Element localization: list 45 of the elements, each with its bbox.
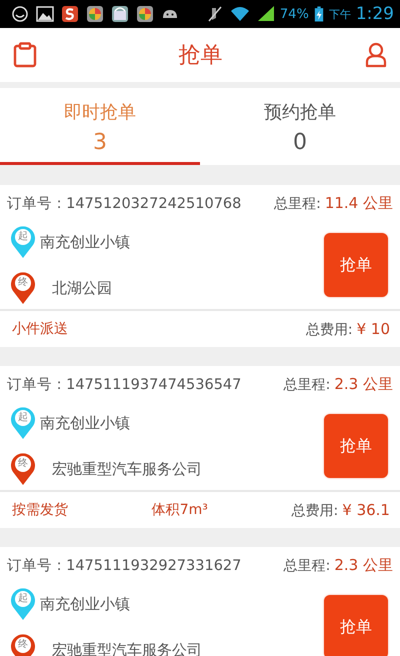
user-icon[interactable] — [364, 42, 388, 68]
distance-label: 总里程: — [284, 556, 330, 574]
distance-label: 总里程: — [284, 376, 330, 394]
order-number: 订单号 : 1475120327242510768 — [7, 194, 242, 212]
start-pin-icon: 起 — [10, 406, 36, 440]
grab-order-button[interactable]: 抢单 — [324, 414, 388, 478]
volume-text: 体积7m³ — [152, 501, 208, 519]
grab-order-button[interactable]: 抢单 — [324, 595, 388, 656]
distance-value: 2.3 公里 — [334, 556, 393, 574]
image-icon — [35, 4, 55, 24]
fee-label: 总费用: — [292, 502, 338, 520]
tab[interactable]: 即时抢单 3 — [0, 88, 200, 165]
distance-value: 11.4 公里 — [324, 194, 393, 212]
app-icon — [85, 4, 105, 24]
page-title: 抢单 — [178, 42, 222, 70]
time-period: 下午 — [328, 6, 351, 22]
start-pin-icon: 起 — [10, 225, 36, 259]
distance-value: 2.3 公里 — [334, 374, 393, 394]
end-pin-icon: 终 — [10, 633, 36, 656]
fee-value: ¥ 36.1 — [342, 500, 390, 518]
delivery-type: 小件派送 — [12, 320, 68, 338]
place-name: 南充创业小镇 — [40, 232, 130, 252]
end-pin-icon: 终 — [10, 271, 36, 305]
clock-time: 1:29 — [356, 4, 394, 24]
fee-value: ¥ 10 — [356, 320, 390, 338]
delivery-type: 按需发货 — [12, 501, 68, 519]
order-number: 订单号 : 1475111932927331627 — [7, 556, 242, 574]
grab-order-button[interactable]: 抢单 — [324, 233, 388, 297]
start-pin-icon: 起 — [10, 587, 36, 621]
place-name: 宏驰重型汽车服务公司 — [52, 460, 202, 478]
app-icon — [135, 4, 155, 24]
battery-percent: 74% — [280, 6, 309, 22]
end-pin-icon: 终 — [10, 452, 36, 486]
fee-label: 总费用: — [306, 320, 353, 338]
battery-icon — [314, 4, 324, 24]
place-name: 南充创业小镇 — [40, 594, 130, 614]
app-icon — [60, 4, 80, 24]
app-icon — [110, 4, 130, 24]
place-name: 南充创业小镇 — [40, 414, 130, 432]
smiley-icon — [10, 4, 30, 24]
distance-label: 总里程: — [274, 194, 321, 212]
place-name: 北湖公园 — [52, 278, 112, 298]
tab[interactable]: 预约抢单 0 — [200, 88, 400, 165]
order-number: 订单号 : 1475111937474536547 — [7, 376, 242, 394]
clipboard-icon[interactable] — [13, 42, 37, 68]
